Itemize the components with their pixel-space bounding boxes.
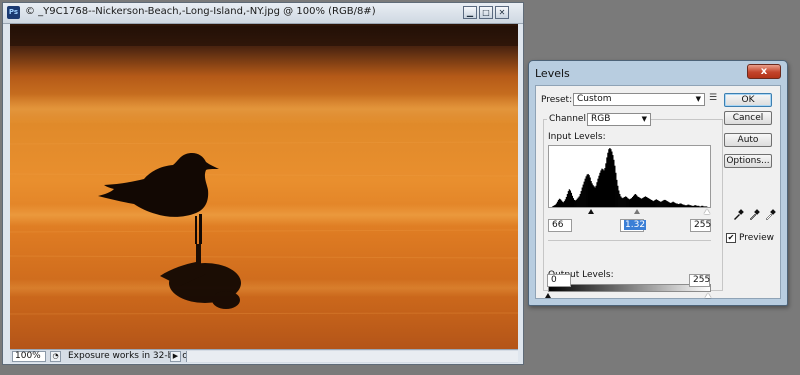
photoshop-app-icon: Ps — [7, 6, 20, 19]
input-gamma-value: 1.32 — [624, 220, 647, 230]
input-white-field[interactable]: 255 — [690, 219, 711, 232]
input-white-slider[interactable] — [704, 209, 710, 214]
black-eyedropper-icon[interactable] — [732, 209, 744, 221]
zoom-field[interactable]: 100% — [12, 351, 46, 362]
input-black-slider[interactable] — [588, 209, 594, 214]
levels-dialog: Levels x Preset: Custom ▼ ☰ Channel: RGB… — [528, 60, 788, 306]
channel-value: RGB — [591, 114, 611, 124]
histogram — [548, 145, 711, 208]
output-slider-track[interactable] — [545, 293, 711, 299]
document-titlebar[interactable]: Ps © _Y9C1768--Nickerson-Beach,-Long-Isl… — [3, 3, 523, 24]
options-button[interactable]: Options... — [724, 154, 772, 168]
channel-label: Channel: — [547, 114, 591, 124]
status-menu-arrow-icon[interactable]: ▶ — [170, 351, 181, 362]
dialog-close-button[interactable]: x — [747, 64, 781, 79]
maximize-icon[interactable]: □ — [479, 6, 493, 19]
auto-button[interactable]: Auto — [724, 133, 772, 147]
input-gamma-slider[interactable] — [634, 209, 640, 214]
close-icon[interactable]: ✕ — [495, 6, 509, 19]
output-black-field[interactable]: 0 — [547, 274, 571, 287]
status-bar: 100% ◔ Exposure works in 32-bit only ▶ — [10, 349, 518, 363]
status-text: Exposure works in 32-bit only — [68, 351, 202, 361]
status-info-icon[interactable]: ◔ — [50, 351, 61, 362]
document-window: Ps © _Y9C1768--Nickerson-Beach,-Long-Isl… — [2, 2, 524, 365]
gray-eyedropper-icon[interactable] — [748, 209, 760, 221]
output-white-field[interactable]: 255 — [689, 274, 710, 287]
dialog-title: Levels — [535, 67, 570, 80]
divider — [548, 240, 711, 241]
beach-photo — [10, 24, 518, 351]
ok-button[interactable]: OK — [724, 93, 772, 107]
preset-options-icon[interactable]: ☰ — [709, 93, 717, 103]
channel-dropdown[interactable]: RGB ▼ — [587, 113, 651, 126]
chevron-down-icon: ▼ — [641, 115, 647, 123]
cancel-button[interactable]: Cancel — [724, 111, 772, 125]
output-white-slider[interactable] — [705, 293, 711, 298]
chevron-down-icon: ▼ — [695, 95, 701, 103]
histogram-bar — [706, 206, 708, 207]
document-title: © _Y9C1768--Nickerson-Beach,-Long-Island… — [25, 6, 376, 17]
preview-checkbox[interactable]: ✔ — [726, 233, 736, 243]
white-eyedropper-icon[interactable] — [764, 209, 776, 221]
horizontal-scrollbar[interactable] — [186, 351, 518, 362]
preview-label: Preview — [739, 233, 775, 243]
preset-value: Custom — [577, 94, 612, 104]
input-levels-label: Input Levels: — [548, 132, 606, 142]
input-black-field[interactable]: 66 — [548, 219, 572, 232]
minimize-icon[interactable]: ▁ — [463, 6, 477, 19]
preset-label: Preset: — [541, 95, 573, 105]
preset-dropdown[interactable]: Custom ▼ — [573, 93, 705, 106]
histogram-chart — [551, 148, 708, 207]
input-gamma-field[interactable]: 1.32 — [620, 219, 647, 232]
output-gradient-bar — [548, 284, 711, 292]
photo-canvas[interactable] — [10, 24, 518, 351]
input-slider-track[interactable] — [548, 209, 711, 215]
output-black-slider[interactable] — [545, 293, 551, 298]
